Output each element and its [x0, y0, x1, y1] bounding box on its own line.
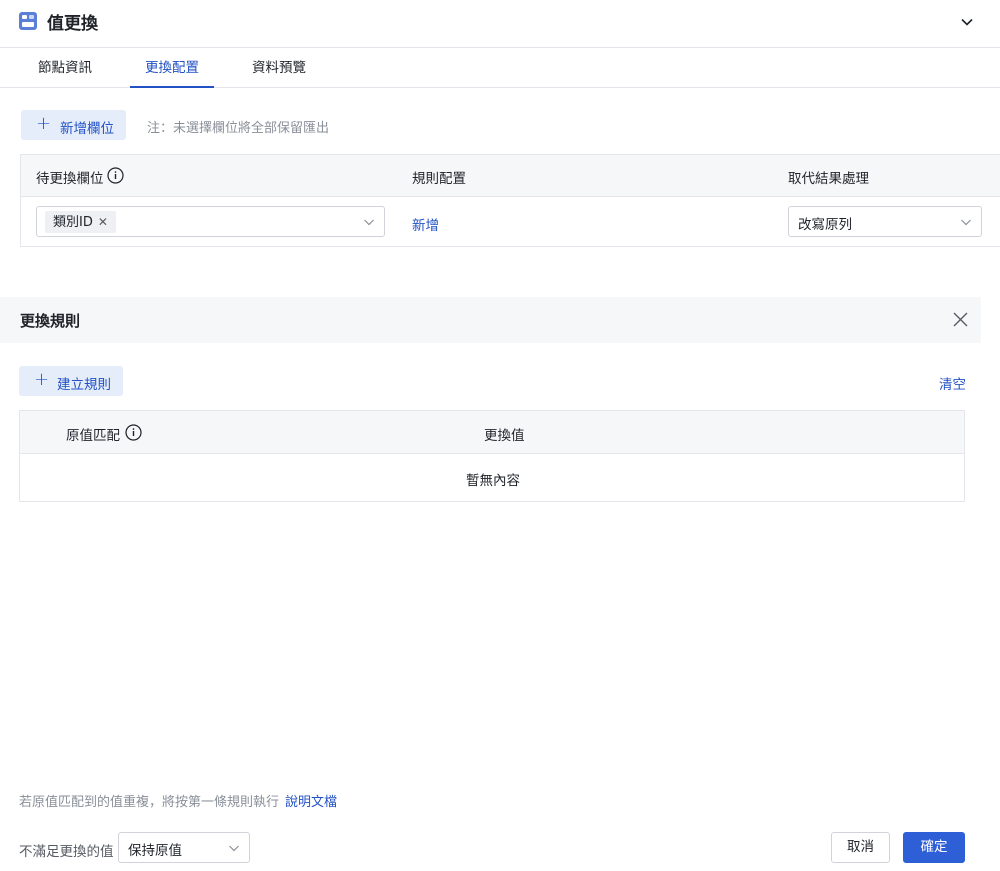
data-transform-icon: [19, 12, 37, 30]
rules-table: 原值匹配 更換值 暫無內容: [19, 410, 965, 502]
panel-title: 值更換: [47, 14, 98, 34]
fallback-label: 不滿足更換的值: [19, 844, 114, 860]
tab-bar: 節點資訊 更換配置 資料預覽: [0, 48, 1000, 88]
column-header-result: 取代結果處理: [788, 171, 869, 187]
column-header-replace: 更換值: [484, 428, 525, 444]
field-tag-label: 類別ID: [53, 215, 93, 230]
close-icon[interactable]: [952, 311, 969, 328]
add-rule-link[interactable]: 新增: [412, 214, 439, 234]
chevron-down-icon: [363, 216, 375, 228]
result-handling-value: 改寫原列: [798, 217, 852, 233]
info-icon[interactable]: [125, 424, 142, 441]
table-header: 原值匹配 更換值: [20, 411, 964, 454]
column-header-rule: 規則配置: [412, 171, 466, 187]
footer-note: 若原值匹配到的值重複，將按第一條規則執行 說明文檔: [19, 791, 337, 810]
table-header: 待更換欄位 規則配置 取代結果處理: [21, 155, 1000, 197]
field-config-table: 待更換欄位 規則配置 取代結果處理 類別ID ✕ 新增 改寫原列: [20, 154, 1000, 247]
confirm-button[interactable]: 確定: [903, 832, 965, 863]
create-rule-label: 建立規則: [57, 377, 111, 393]
doc-link[interactable]: 說明文檔: [285, 795, 337, 810]
chevron-down-icon[interactable]: [958, 13, 976, 31]
result-handling-select[interactable]: 改寫原列: [788, 206, 982, 237]
rules-panel-header: 更換規則: [0, 297, 981, 343]
column-header-match: 原值匹配: [66, 428, 120, 444]
column-header-field: 待更換欄位: [36, 171, 104, 187]
add-field-label: 新增欄位: [60, 121, 114, 137]
plus-icon: +: [34, 369, 50, 390]
close-icon[interactable]: ✕: [98, 211, 108, 233]
selected-field-tag: 類別ID ✕: [45, 211, 116, 233]
info-icon[interactable]: [107, 167, 124, 184]
create-rule-button[interactable]: + 建立規則: [19, 366, 123, 396]
plus-icon: +: [36, 113, 52, 134]
empty-state: 暫無內容: [466, 473, 520, 489]
rules-panel-title: 更換規則: [20, 312, 81, 330]
panel-header: 值更換: [0, 0, 1000, 48]
chevron-down-icon: [960, 216, 972, 228]
add-field-button[interactable]: + 新增欄位: [21, 110, 126, 140]
footer-note-text: 若原值匹配到的值重複，將按第一條規則執行: [19, 795, 280, 810]
tab-replace-config[interactable]: 更換配置: [130, 48, 214, 88]
fallback-select[interactable]: 保持原值: [118, 832, 250, 863]
fallback-value: 保持原值: [128, 843, 182, 859]
tab-data-preview[interactable]: 資料預覽: [252, 48, 306, 88]
tab-node-info[interactable]: 節點資訊: [38, 48, 92, 88]
config-note: 注：未選擇欄位將全部保留匯出: [147, 121, 330, 136]
cancel-button[interactable]: 取消: [831, 832, 890, 863]
clear-rules-link[interactable]: 清空: [939, 373, 966, 393]
field-select[interactable]: 類別ID ✕: [36, 206, 385, 237]
chevron-down-icon: [228, 842, 240, 854]
